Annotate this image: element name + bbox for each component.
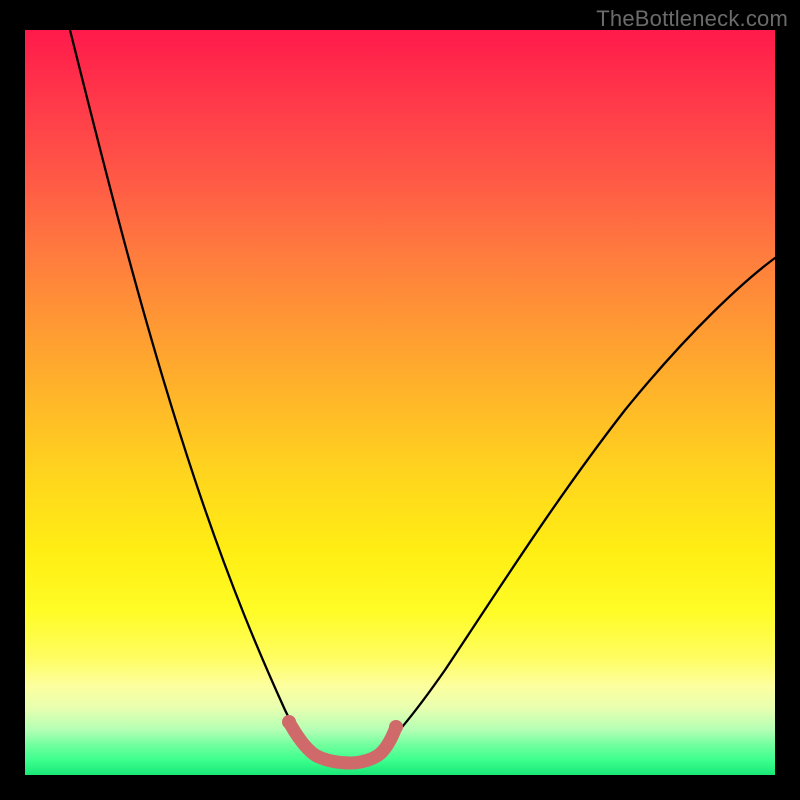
plot-area	[25, 30, 775, 775]
valley-hook-dot-left	[282, 715, 296, 729]
right-curve	[377, 258, 775, 752]
chart-svg	[25, 30, 775, 775]
watermark-label: TheBottleneck.com	[596, 6, 788, 32]
valley-hook-dot-right	[389, 720, 403, 734]
chart-frame: TheBottleneck.com	[0, 0, 800, 800]
left-curve	[70, 30, 310, 752]
valley-hook	[289, 722, 396, 763]
